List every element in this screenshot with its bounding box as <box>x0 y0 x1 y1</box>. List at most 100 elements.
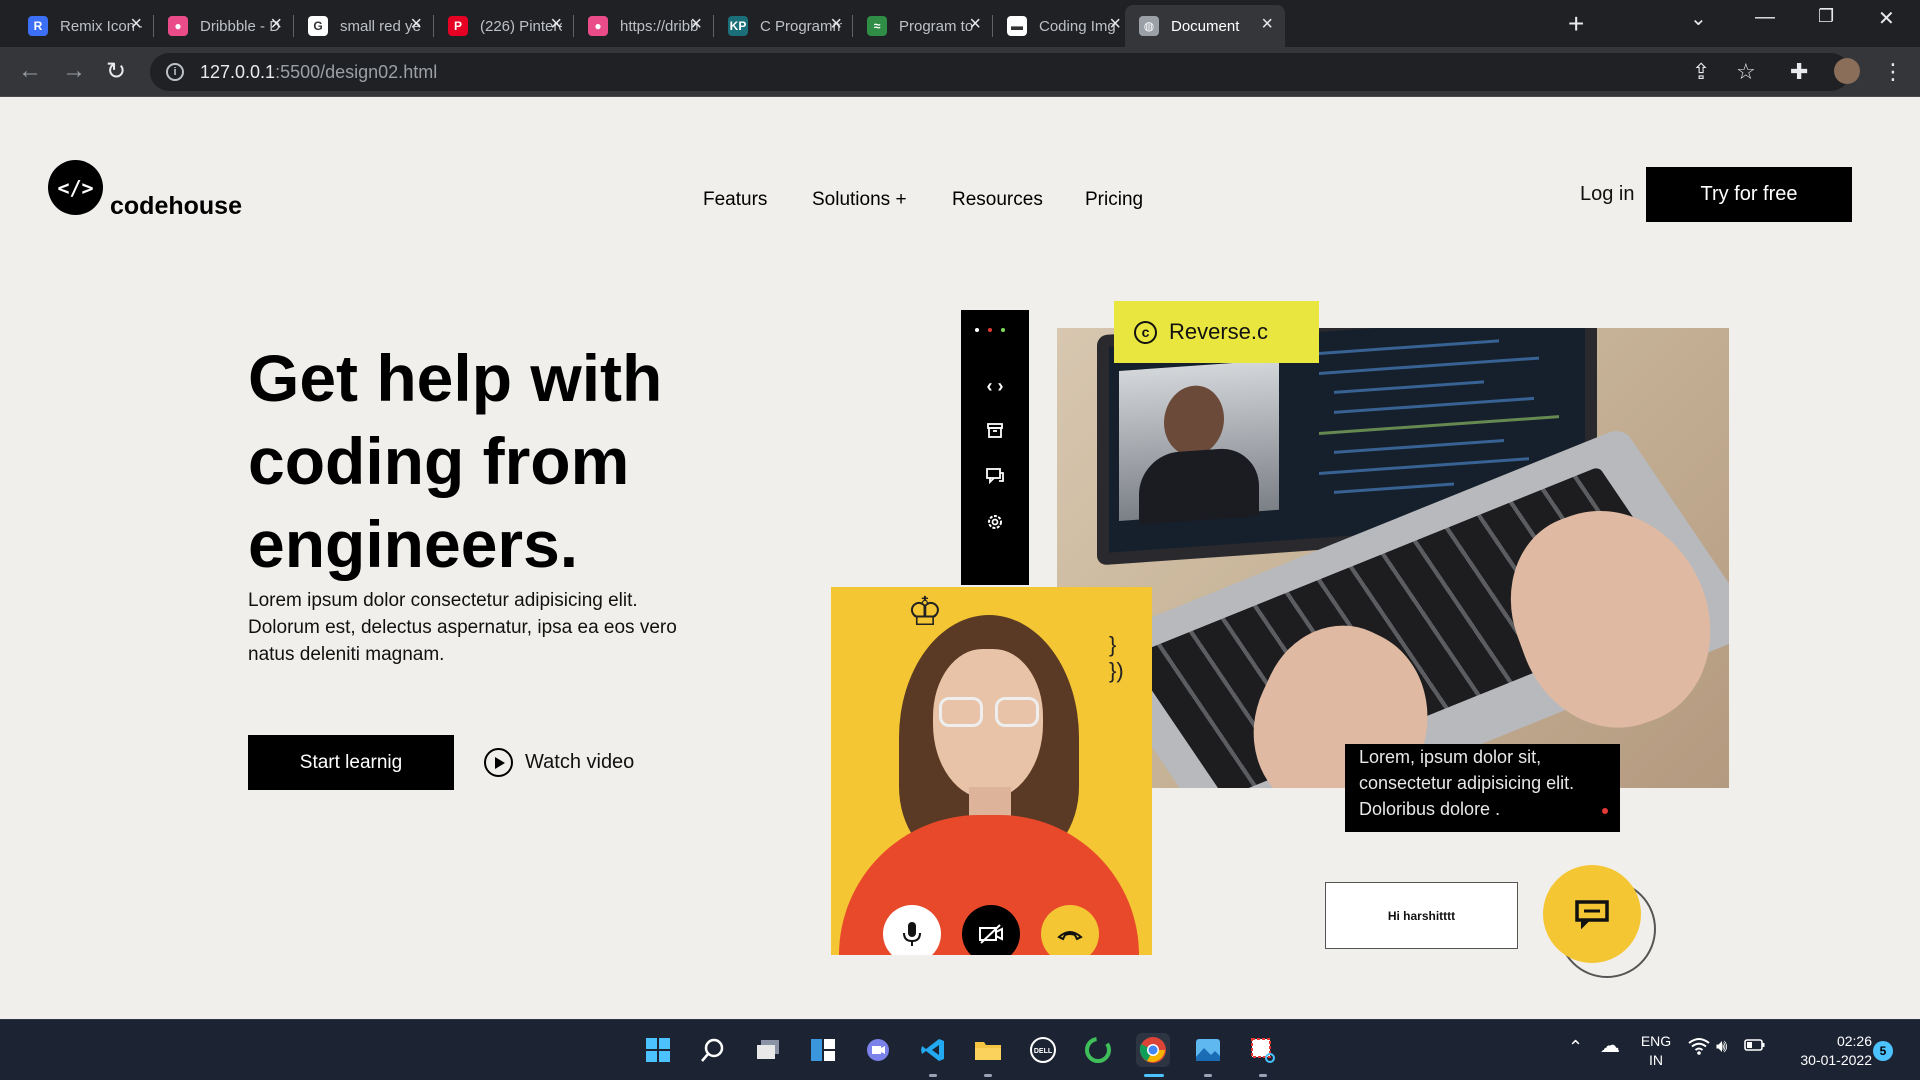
profile-avatar[interactable] <box>1834 58 1860 84</box>
share-icon[interactable]: ⇪ <box>1692 59 1710 85</box>
svg-text:DELL: DELL <box>1034 1048 1053 1055</box>
vscode-icon[interactable] <box>916 1033 950 1067</box>
widgets-icon[interactable] <box>806 1033 840 1067</box>
snipping-tool-icon[interactable] <box>1246 1033 1280 1067</box>
menu-kebab-icon[interactable]: ⋮ <box>1882 59 1904 85</box>
nav-solutions[interactable]: Solutions + <box>812 189 907 211</box>
tab-close-icon[interactable]: × <box>130 13 142 36</box>
chrome-icon[interactable] <box>1136 1033 1170 1067</box>
battery-icon[interactable] <box>1744 1038 1766 1057</box>
nav-pricing[interactable]: Pricing <box>1085 189 1143 211</box>
web-page: </> codehouse Featurs Solutions + Resour… <box>0 97 1920 1019</box>
browser-tab[interactable]: Gsmall red ye × <box>294 5 434 47</box>
address-bar: ← → ↻ i 127.0.0.1:5500/design02.html ⇪ ☆… <box>0 47 1920 97</box>
hero-description: Lorem ipsum dolor consectetur adipisicin… <box>248 590 677 665</box>
tab-separator <box>992 15 993 37</box>
tab-separator <box>433 15 434 37</box>
extensions-icon[interactable]: ✚ <box>1790 59 1808 85</box>
logo-icon[interactable]: </> <box>48 160 103 215</box>
forward-icon[interactable]: → <box>62 57 86 85</box>
tab-favicon-icon: G <box>308 16 328 36</box>
tab-close-icon[interactable]: × <box>270 13 282 36</box>
photos-icon[interactable] <box>1191 1033 1225 1067</box>
restore-icon[interactable]: ❐ <box>1818 6 1834 27</box>
tab-separator <box>573 15 574 37</box>
code-icon[interactable]: ‹ › <box>961 376 1029 397</box>
browser-tab[interactable]: ≈ Program to × <box>853 5 993 47</box>
url-input[interactable]: i 127.0.0.1:5500/design02.html <box>150 53 1850 91</box>
clock-date: 30-01-2022 <box>1800 1052 1872 1068</box>
browser-tab[interactable]: ▬ Coding Img × <box>993 5 1133 47</box>
wifi-icon[interactable] <box>1688 1037 1710 1059</box>
tab-separator <box>713 15 714 37</box>
mic-button[interactable] <box>883 905 941 955</box>
url-host: 127.0.0.1 <box>200 61 276 82</box>
tab-close-icon[interactable]: × <box>1109 13 1121 36</box>
chat-greeting-box[interactable]: Hi harshitttt <box>1325 882 1518 949</box>
running-indicator <box>1259 1074 1267 1077</box>
lang-top: ENG <box>1640 1033 1672 1049</box>
settings-icon[interactable] <box>961 513 1029 536</box>
circular-app-icon[interactable] <box>1081 1033 1115 1067</box>
code-line <box>1319 457 1529 475</box>
start-learning-button[interactable]: Start learnig <box>248 735 454 790</box>
laptop-photo <box>1057 328 1729 788</box>
browser-tab[interactable]: P (226) Pintere × <box>434 5 574 47</box>
bookmark-star-icon[interactable]: ☆ <box>1736 59 1756 85</box>
glasses <box>939 697 1039 729</box>
tab-close-icon[interactable]: × <box>830 13 842 36</box>
archive-icon[interactable] <box>961 421 1029 444</box>
browser-tab[interactable]: ● https://dribb × <box>574 5 714 47</box>
status-dot <box>1602 808 1608 814</box>
dell-icon[interactable]: DELL <box>1026 1033 1060 1067</box>
watch-video-button[interactable]: Watch video <box>484 748 634 777</box>
clock-time: 02:26 <box>1836 1033 1872 1049</box>
notification-badge[interactable]: 5 <box>1873 1041 1893 1061</box>
nav-resources[interactable]: Resources <box>952 189 1043 211</box>
browser-tab[interactable]: ◍ Document × <box>1125 5 1285 47</box>
onedrive-icon[interactable]: ☁ <box>1600 1036 1620 1056</box>
tab-separator <box>293 15 294 37</box>
close-window-icon[interactable]: ✕ <box>1878 6 1895 31</box>
tab-search-icon[interactable]: ⌄ <box>1690 6 1707 31</box>
code-line <box>1334 482 1454 494</box>
tab-favicon-icon: ▬ <box>1007 16 1027 36</box>
dot-red <box>988 328 992 332</box>
language-indicator[interactable]: ENG IN <box>1638 1032 1674 1070</box>
hang-up-button[interactable] <box>1041 905 1099 955</box>
new-tab-button[interactable]: + <box>1568 8 1584 40</box>
tab-close-icon[interactable]: × <box>550 13 562 36</box>
clock[interactable]: 02:26 30-01-2022 <box>1784 1032 1872 1070</box>
person-head <box>1164 383 1224 458</box>
code-line <box>1334 439 1504 454</box>
start-icon[interactable] <box>641 1033 675 1067</box>
task-view-icon[interactable] <box>751 1033 785 1067</box>
windows-taskbar: DELL ⌃ ☁ ENG IN 🔊︎ 02:26 30-01-2022 <box>0 1019 1920 1080</box>
caption-text: Lorem, ipsum dolor sit, consectetur adip… <box>1359 747 1575 819</box>
reload-icon[interactable]: ↻ <box>106 57 126 86</box>
teams-chat-icon[interactable] <box>861 1033 895 1067</box>
nav-features[interactable]: Featurs <box>703 189 767 211</box>
site-info-icon[interactable]: i <box>166 63 184 81</box>
try-for-free-button[interactable]: Try for free <box>1646 167 1852 222</box>
back-icon[interactable]: ← <box>18 57 42 85</box>
video-off-button[interactable] <box>962 905 1020 955</box>
minimize-icon[interactable]: — <box>1755 6 1775 29</box>
chat-icon[interactable] <box>961 467 1029 490</box>
file-explorer-icon[interactable] <box>971 1033 1005 1067</box>
tab-close-icon[interactable]: × <box>969 13 981 36</box>
code-line <box>1319 415 1559 435</box>
tab-close-icon[interactable]: × <box>1261 13 1273 36</box>
chat-button[interactable] <box>1543 865 1641 963</box>
browser-tab[interactable]: R Remix Icon - × <box>14 5 154 47</box>
brand-name[interactable]: codehouse <box>110 192 242 221</box>
tab-close-icon[interactable]: × <box>410 13 422 36</box>
tab-title: Document <box>1171 17 1240 35</box>
volume-icon[interactable]: 🔊︎ <box>1716 1037 1727 1056</box>
show-hidden-icons[interactable]: ⌃ <box>1568 1038 1583 1057</box>
login-link[interactable]: Log in <box>1580 183 1635 206</box>
search-icon[interactable] <box>696 1033 730 1067</box>
browser-tab[interactable]: KP C Programm × <box>714 5 854 47</box>
tab-close-icon[interactable]: × <box>690 13 702 36</box>
browser-tab[interactable]: ● Dribbble - D × <box>154 5 294 47</box>
